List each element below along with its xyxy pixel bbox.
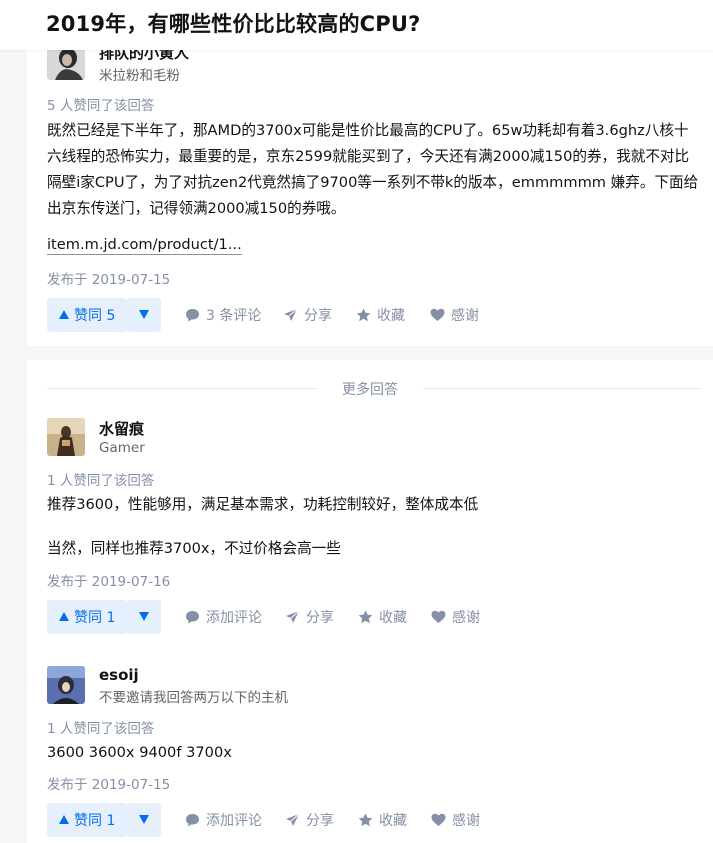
- thanks-label: 感谢: [452, 813, 480, 829]
- share-button[interactable]: 分享: [283, 298, 332, 332]
- more-answers-divider: 更多回答: [27, 376, 713, 400]
- share-button[interactable]: 分享: [285, 600, 334, 634]
- comment-button[interactable]: 3 条评论: [185, 298, 261, 332]
- thanks-label: 感谢: [451, 308, 479, 324]
- avatar[interactable]: [47, 418, 85, 456]
- product-link[interactable]: item.m.jd.com/product/1...: [47, 236, 242, 255]
- answer-paragraph: 3600 3600x 9400f 3700x: [47, 744, 232, 761]
- share-label: 分享: [304, 308, 332, 324]
- thanks-button[interactable]: 感谢: [431, 600, 480, 634]
- collect-button[interactable]: 收藏: [358, 803, 407, 837]
- thanks-button[interactable]: 感谢: [431, 803, 480, 837]
- thanks-button[interactable]: 感谢: [430, 298, 479, 332]
- upvote-button[interactable]: 赞同 1: [47, 803, 128, 837]
- share-label: 分享: [306, 610, 334, 626]
- comment-button[interactable]: 添加评论: [185, 600, 262, 634]
- upvote-label: 赞同 1: [74, 813, 116, 829]
- upvote-label: 赞同 5: [74, 308, 116, 324]
- thanks-label: 感谢: [452, 610, 480, 626]
- vote-count-text: 1 人赞同了该回答: [47, 721, 155, 737]
- upvote-label: 赞同 1: [74, 610, 116, 626]
- downvote-button[interactable]: [127, 803, 161, 837]
- more-answers-label: 更多回答: [342, 382, 398, 398]
- comment-label: 添加评论: [206, 813, 262, 829]
- triangle-down-icon: [139, 814, 149, 827]
- collect-label: 收藏: [379, 610, 407, 626]
- share-icon: [285, 610, 300, 624]
- star-icon: [358, 610, 373, 624]
- vote-count-text: 5 人赞同了该回答: [47, 98, 155, 114]
- heart-icon: [431, 813, 446, 827]
- author-name[interactable]: esoij: [99, 666, 139, 684]
- answer-paragraph: 当然，同样也推荐3700x，不过价格会高一些: [47, 540, 341, 557]
- publish-date[interactable]: 发布于 2019-07-16: [47, 570, 170, 590]
- author-bio: 米拉粉和毛粉: [99, 68, 180, 84]
- downvote-button[interactable]: [127, 600, 161, 634]
- downvote-button[interactable]: [127, 298, 161, 332]
- author-name[interactable]: 水留痕: [99, 418, 144, 439]
- answer-card: 排队的小黄人 米拉粉和毛粉 5 人赞同了该回答 既然已经是下半年了，那AMD的3…: [27, 30, 713, 346]
- triangle-up-icon: [59, 812, 69, 828]
- star-icon: [356, 308, 371, 322]
- more-answers-card: 更多回答 水留痕 Gamer 1 人赞同了该回答 推荐3600，性能够用，满足基…: [27, 360, 713, 843]
- comment-label: 添加评论: [206, 610, 262, 626]
- triangle-up-icon: [59, 307, 69, 323]
- share-icon: [283, 308, 298, 322]
- share-label: 分享: [306, 813, 334, 829]
- upvote-button[interactable]: 赞同 1: [47, 600, 128, 634]
- comment-icon: [185, 813, 200, 827]
- comment-button[interactable]: 添加评论: [185, 803, 262, 837]
- collect-label: 收藏: [377, 308, 405, 324]
- collect-button[interactable]: 收藏: [356, 298, 405, 332]
- author-bio: Gamer: [99, 440, 145, 456]
- avatar[interactable]: [47, 666, 85, 704]
- share-button[interactable]: 分享: [285, 803, 334, 837]
- question-title: 2019年，有哪些性价比比较高的CPU?: [46, 12, 421, 36]
- triangle-down-icon: [139, 611, 149, 624]
- answer-content: 既然已经是下半年了，那AMD的3700x可能是性价比最高的CPU了。65w功耗却…: [47, 122, 699, 217]
- collect-button[interactable]: 收藏: [358, 600, 407, 634]
- answer-paragraph: 推荐3600，性能够用，满足基本需求，功耗控制较好，整体成本低: [47, 496, 479, 513]
- share-icon: [285, 813, 300, 827]
- heart-icon: [430, 308, 445, 322]
- action-bar: 赞同 5 3 条评论 分享 收藏 感谢: [47, 298, 687, 332]
- vote-count-text: 1 人赞同了该回答: [47, 473, 155, 489]
- upvote-button[interactable]: 赞同 5: [47, 298, 128, 332]
- author-bio: 不要邀请我回答两万以下的主机: [99, 690, 288, 706]
- question-header: 2019年，有哪些性价比比较高的CPU?: [0, 0, 713, 50]
- triangle-down-icon: [139, 309, 149, 322]
- publish-date[interactable]: 发布于 2019-07-15: [47, 268, 170, 288]
- comment-icon: [185, 610, 200, 624]
- action-bar: 赞同 1 添加评论 分享 收藏 感谢: [47, 803, 687, 837]
- comment-label: 3 条评论: [206, 308, 262, 324]
- comment-icon: [185, 308, 200, 322]
- triangle-up-icon: [59, 609, 69, 625]
- collect-label: 收藏: [379, 813, 407, 829]
- publish-date[interactable]: 发布于 2019-07-15: [47, 773, 170, 793]
- star-icon: [358, 813, 373, 827]
- heart-icon: [431, 610, 446, 624]
- action-bar: 赞同 1 添加评论 分享 收藏 感谢: [47, 600, 687, 634]
